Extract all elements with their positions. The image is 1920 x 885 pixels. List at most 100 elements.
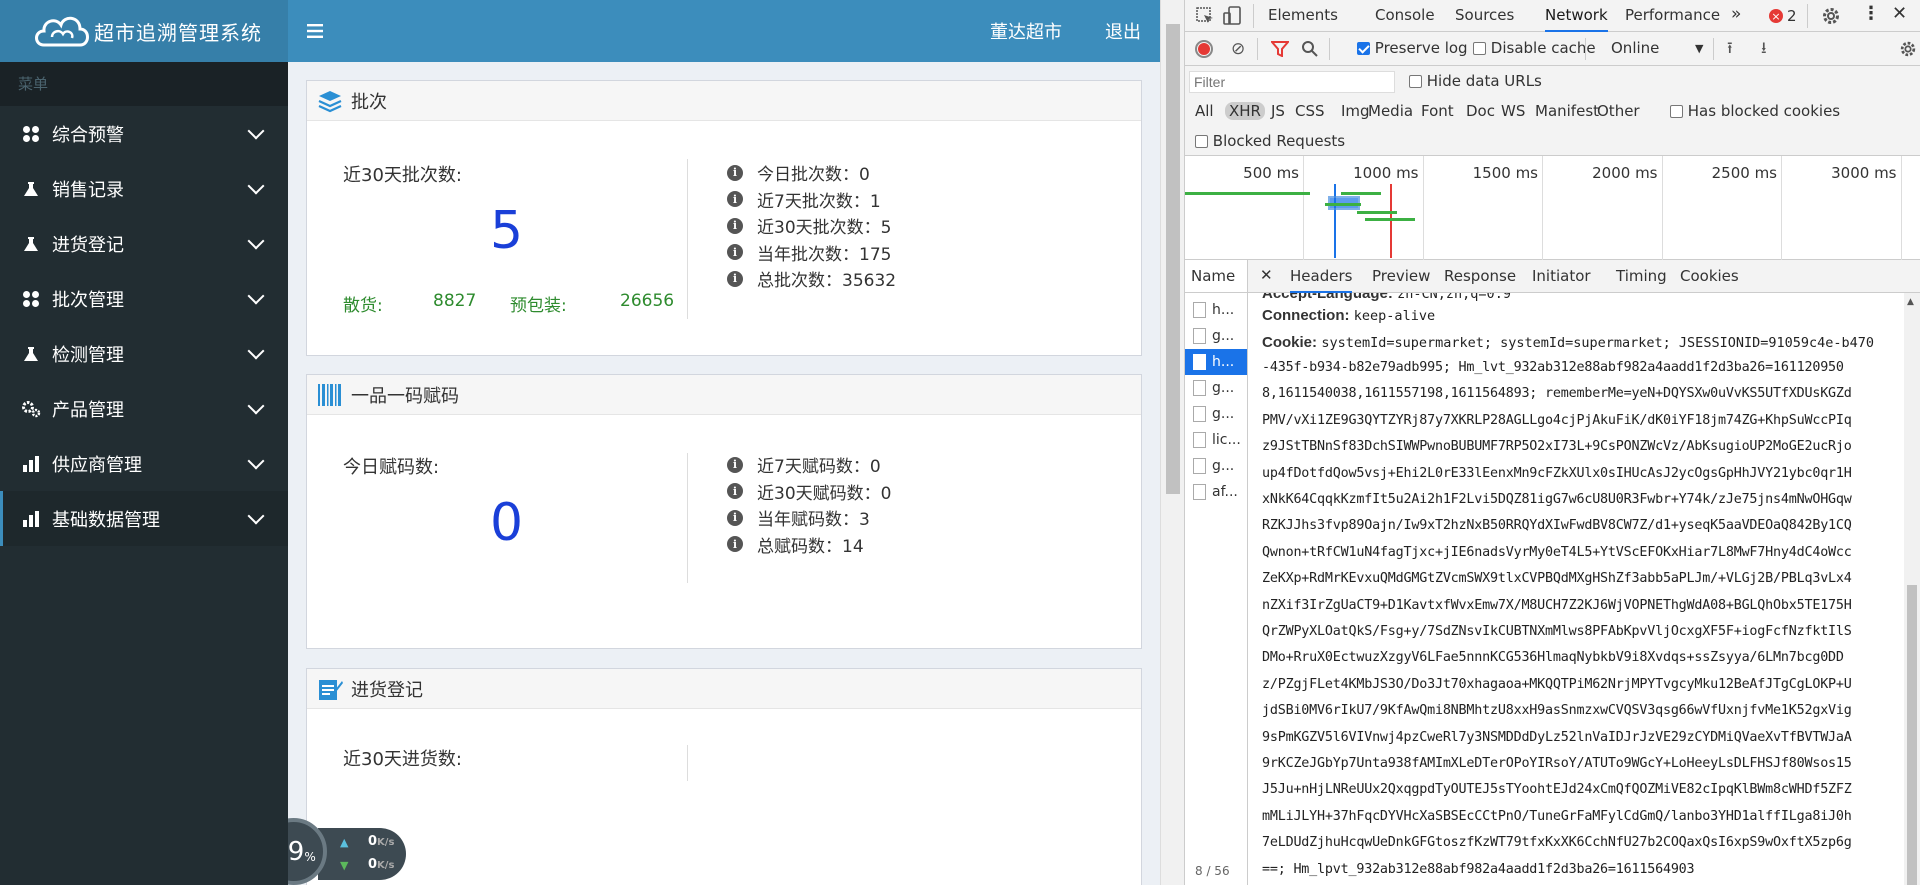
hide-data-urls-checkbox[interactable]: Hide data URLs: [1409, 72, 1542, 90]
sidebar-item[interactable]: 供应商管理: [0, 436, 288, 491]
clear-icon[interactable]: ⊘: [1231, 39, 1245, 59]
detail-tab[interactable]: Timing: [1616, 267, 1667, 285]
devtools-tab[interactable]: Sources: [1455, 6, 1514, 24]
devtools-tab[interactable]: Elements: [1268, 6, 1338, 24]
request-row[interactable]: g...: [1185, 401, 1247, 427]
stat-text: 总赋码数：14: [757, 536, 864, 557]
sidebar-item[interactable]: 进货登记: [0, 216, 288, 271]
checkbox-checked[interactable]: [1357, 42, 1370, 55]
sidebar-item[interactable]: 产品管理: [0, 381, 288, 436]
purchase-big-label: 近30天进货数:: [343, 749, 462, 770]
request-row[interactable]: g...: [1185, 453, 1247, 479]
devtools-tab[interactable]: Performance: [1625, 6, 1720, 24]
app-logo[interactable]: 超市追溯管理系统: [0, 0, 288, 62]
kebab-menu-icon[interactable]: ⋮: [1862, 3, 1880, 24]
detail-tab[interactable]: Response: [1444, 267, 1516, 285]
name-column-header[interactable]: Name: [1185, 260, 1247, 293]
record-button[interactable]: [1195, 40, 1213, 58]
user-name[interactable]: 董达超市: [990, 18, 1062, 44]
divider: [1585, 38, 1586, 60]
type-filter-js[interactable]: JS: [1271, 102, 1285, 120]
request-row[interactable]: g...: [1185, 375, 1247, 401]
network-toolbar: ⊘ Preserve log Disable cache Online ▼ ⭱ ⭳: [1185, 32, 1920, 66]
request-row[interactable]: g...: [1185, 323, 1247, 349]
header-accept-language: Accept-Language: zh-CN,zh;q=0.9: [1262, 293, 1511, 302]
page-scrollbar[interactable]: [1160, 0, 1184, 885]
sidebar-item[interactable]: 检测管理: [0, 326, 288, 381]
network-timeline-overview[interactable]: 500 ms 1000 ms 1500 ms 2000 ms 2500 ms 3000 m…: [1185, 156, 1920, 260]
type-filter-css[interactable]: CSS: [1295, 102, 1325, 120]
checkbox[interactable]: [1409, 75, 1422, 88]
network-settings-gear-icon[interactable]: [1899, 40, 1917, 58]
detail-tab[interactable]: Headers: [1290, 267, 1353, 293]
devtools-tab[interactable]: Console: [1375, 6, 1435, 24]
request-row[interactable]: h...: [1185, 349, 1247, 375]
filter-input[interactable]: [1189, 71, 1395, 93]
settings-gear-icon[interactable]: [1821, 6, 1841, 26]
type-filter-other[interactable]: Other: [1597, 102, 1640, 120]
purchase-panel: 进货登记 近30天进货数:: [306, 668, 1142, 885]
preserve-log-checkbox[interactable]: Preserve log: [1357, 39, 1468, 57]
sidebar-item[interactable]: 销售记录: [0, 161, 288, 216]
scrollbar-thumb[interactable]: [1166, 24, 1180, 494]
upload-arrow-icon: ▲: [340, 836, 349, 849]
cookie-value-line: J5Ju+nHjLNReUUx2QxqgpdTyOUTEJ5sTYoohtEJd…: [1262, 782, 1852, 798]
request-row[interactable]: af...: [1185, 479, 1247, 505]
search-icon[interactable]: [1301, 40, 1319, 58]
menu-toggle-button[interactable]: [300, 16, 330, 46]
type-filter-doc[interactable]: Doc: [1466, 102, 1495, 120]
blocked-requests-checkbox[interactable]: Blocked Requests: [1195, 132, 1345, 150]
type-filter-manifest[interactable]: Manifest: [1535, 102, 1599, 120]
type-filter-xhr[interactable]: XHR: [1225, 102, 1265, 120]
network-speed-widget[interactable]: ▲ 0K/s ▼ 0K/s 69%: [288, 818, 406, 885]
file-icon: [1193, 432, 1206, 448]
layers-icon: [318, 90, 342, 112]
type-filter-font[interactable]: Font: [1421, 102, 1454, 120]
batch-big-label: 近30天批次数:: [343, 165, 462, 186]
request-detail-tabs: ✕ Headers Preview Response Initiator Timing C…: [1248, 260, 1920, 293]
more-tabs-button[interactable]: »: [1731, 4, 1741, 24]
request-headers-view: Accept-Language: zh-CN,zh;q=0.9 Connecti…: [1248, 293, 1920, 885]
import-har-icon[interactable]: ⭱: [1727, 37, 1733, 64]
sidebar-item-label: 检测管理: [52, 344, 124, 366]
type-filter-all[interactable]: All: [1195, 102, 1214, 120]
sidebar-item[interactable]: 综合预警: [0, 106, 288, 161]
sidebar-item[interactable]: 基础数据管理: [0, 491, 288, 546]
detail-tab[interactable]: Initiator: [1532, 267, 1591, 285]
filter-funnel-icon[interactable]: [1271, 41, 1289, 57]
request-row[interactable]: h...: [1185, 297, 1247, 323]
type-filter-media[interactable]: Media: [1368, 102, 1413, 120]
scrollbar-thumb[interactable]: [1907, 585, 1917, 885]
throttle-select[interactable]: Online ▼: [1611, 39, 1711, 57]
disable-cache-checkbox[interactable]: Disable cache: [1473, 39, 1596, 57]
stat-item: i 当年赋码数：3: [727, 505, 870, 530]
detail-scrollbar[interactable]: ▲: [1904, 293, 1920, 885]
inspect-element-icon[interactable]: [1195, 6, 1215, 26]
grid-icon: [20, 289, 42, 309]
request-row[interactable]: lic...: [1185, 427, 1247, 453]
cogs-icon: [20, 399, 42, 419]
type-filter-img[interactable]: Img: [1341, 102, 1370, 120]
close-detail-icon[interactable]: ✕: [1260, 266, 1273, 284]
file-icon: [1193, 406, 1206, 422]
error-count-badge[interactable]: × 2: [1769, 7, 1797, 25]
checkbox[interactable]: [1195, 135, 1208, 148]
detail-tab[interactable]: Cookies: [1680, 267, 1739, 285]
timeline-gridline: [1303, 156, 1304, 260]
sidebar-item[interactable]: 批次管理: [0, 271, 288, 326]
checkbox[interactable]: [1473, 42, 1486, 55]
export-har-icon[interactable]: ⭳: [1761, 37, 1767, 64]
logout-link[interactable]: 退出: [1105, 18, 1141, 44]
has-blocked-cookies-checkbox[interactable]: Has blocked cookies: [1670, 102, 1840, 120]
info-icon: i: [727, 536, 743, 552]
devtools-tab[interactable]: Network: [1545, 6, 1608, 32]
detail-tab[interactable]: Preview: [1372, 267, 1430, 285]
close-devtools-icon[interactable]: ✕: [1892, 3, 1907, 24]
code-panel-header: 一品一码赋码: [307, 375, 1141, 415]
cookie-value-line: Qwnon+tRfCW1uN4fagTjxc+jIE6nadsVyrMy0eT4…: [1262, 544, 1852, 560]
type-filter-ws[interactable]: WS: [1501, 102, 1525, 120]
checkbox[interactable]: [1670, 105, 1683, 118]
scroll-up-arrow-icon[interactable]: ▲: [1907, 297, 1914, 307]
device-toolbar-icon[interactable]: [1223, 5, 1243, 27]
edit-document-icon: [319, 679, 343, 700]
